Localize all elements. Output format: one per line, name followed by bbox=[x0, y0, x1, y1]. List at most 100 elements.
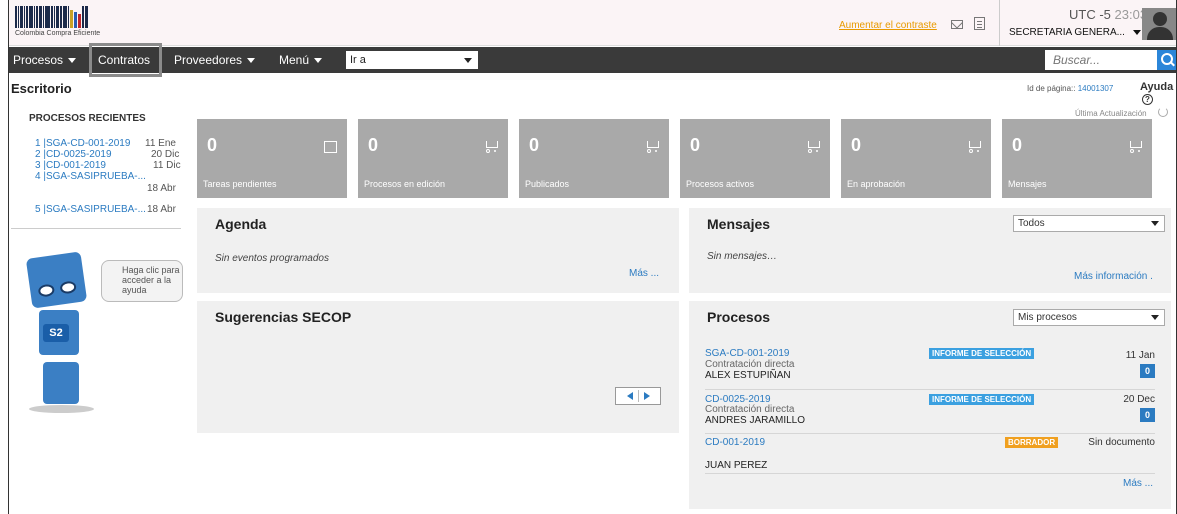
status-badge: INFORME DE SELECCIÓN bbox=[929, 348, 1035, 359]
chevron-down-icon bbox=[247, 58, 256, 64]
cart-icon bbox=[484, 141, 498, 153]
process-type: Contratación directa bbox=[705, 404, 795, 415]
list-item[interactable]: 5 |SGA-SASIPRUEBA-... 18 Abr bbox=[35, 204, 176, 215]
search-input[interactable] bbox=[1045, 50, 1157, 70]
page-id-label: Id de página:: bbox=[1027, 84, 1078, 93]
agenda-title: Agenda bbox=[215, 216, 267, 232]
nav-procesos[interactable]: Procesos bbox=[13, 47, 77, 73]
tile-label: Mensajes bbox=[1008, 179, 1047, 189]
mascot-eye bbox=[59, 280, 77, 295]
process-count-badge[interactable]: 0 bbox=[1140, 408, 1155, 422]
processes-panel: Procesos Mis procesos SGA-CD-001-2019 Co… bbox=[689, 301, 1171, 509]
process-count-badge[interactable]: 0 bbox=[1140, 364, 1155, 378]
recent-process-link[interactable]: 2 |CD-0025-2019 bbox=[35, 149, 112, 160]
chevron-left-icon[interactable] bbox=[627, 392, 633, 400]
process-date: 20 Dec bbox=[1123, 394, 1155, 405]
list-item[interactable]: 1 |SGA-CD-001-2019 11 Ene bbox=[35, 138, 176, 149]
status-badge: BORRADOR bbox=[1005, 437, 1059, 448]
row-divider bbox=[705, 433, 1155, 434]
agenda-empty-message: Sin eventos programados bbox=[215, 253, 329, 264]
pager-divider bbox=[638, 390, 639, 402]
tile-processes-editing[interactable]: 0 Procesos en edición bbox=[358, 119, 508, 198]
nav-proveedores[interactable]: Proveedores bbox=[174, 47, 256, 73]
tile-label: Tareas pendientes bbox=[203, 179, 277, 189]
row-divider bbox=[705, 389, 1155, 390]
tile-count: 0 bbox=[368, 135, 379, 155]
processes-filter-select[interactable]: Mis procesos bbox=[1013, 309, 1165, 326]
recent-process-date: 18 Abr bbox=[147, 183, 176, 194]
tile-in-approval[interactable]: 0 En aprobación bbox=[841, 119, 991, 198]
document-icon[interactable] bbox=[974, 17, 985, 30]
mascot-head bbox=[25, 251, 88, 309]
barcode-logo-icon bbox=[15, 6, 125, 28]
nav-proveedores-label: Proveedores bbox=[174, 53, 243, 67]
colombia-compra-logo[interactable]: Colombia Compra Eficiente bbox=[15, 6, 125, 42]
process-person: JUAN PEREZ bbox=[705, 460, 768, 471]
user-name: SECRETARIA GENERA... bbox=[1009, 27, 1125, 38]
tile-label: Publicados bbox=[525, 179, 570, 189]
tile-published[interactable]: 0 Publicados bbox=[519, 119, 669, 198]
help-bubble[interactable]: Haga clic para acceder a la ayuda bbox=[101, 260, 183, 302]
process-person: ANDRES JARAMILLO bbox=[705, 415, 806, 426]
tile-count: 0 bbox=[690, 135, 701, 155]
increase-contrast-link[interactable]: Aumentar el contraste bbox=[839, 20, 937, 31]
refresh-icon[interactable] bbox=[1158, 107, 1168, 117]
table-row[interactable]: CD-001-2019 JUAN PEREZ BORRADOR Sin docu… bbox=[705, 437, 1155, 473]
chevron-right-icon[interactable] bbox=[644, 392, 650, 400]
mascot-shadow bbox=[29, 405, 94, 413]
last-update-label: Última Actualización bbox=[1075, 109, 1147, 118]
help-circle-icon: ? bbox=[1142, 94, 1153, 105]
nav-menu-label: Menú bbox=[279, 53, 310, 67]
recent-process-link[interactable]: 5 |SGA-SASIPRUEBA-... bbox=[35, 204, 146, 215]
messages-panel: Mensajes Todos Sin mensajes… Más informa… bbox=[689, 208, 1171, 293]
messages-filter-select[interactable]: Todos bbox=[1013, 215, 1165, 232]
recent-process-link[interactable]: 1 |SGA-CD-001-2019 bbox=[35, 138, 130, 149]
main-nav: Procesos Contratos Proveedores Menú Ir a bbox=[9, 47, 1176, 73]
sidebar-divider bbox=[11, 228, 181, 229]
help-mascot[interactable]: S2 Haga clic para acceder a la ayuda bbox=[19, 250, 189, 420]
tile-count: 0 bbox=[529, 135, 540, 155]
cart-icon bbox=[1128, 141, 1142, 153]
list-item[interactable]: 4 |SGA-SASIPRUEBA-... 18 Abr bbox=[35, 171, 176, 194]
list-item[interactable]: 2 |CD-0025-2019 20 Dic bbox=[35, 149, 179, 160]
chevron-down-icon bbox=[464, 58, 472, 63]
messages-title: Mensajes bbox=[707, 216, 771, 232]
goto-value: Ir a bbox=[350, 54, 366, 66]
process-date: 11 Jan bbox=[1125, 350, 1155, 361]
process-code-link[interactable]: SGA-CD-001-2019 bbox=[705, 348, 789, 359]
chevron-down-icon bbox=[314, 58, 323, 64]
mascot-eye bbox=[37, 283, 56, 298]
list-item[interactable]: 3 |CD-001-2019 11 Dic bbox=[35, 160, 181, 171]
recent-process-link[interactable]: 4 |SGA-SASIPRUEBA-... bbox=[35, 171, 146, 182]
nav-menu[interactable]: Menú bbox=[279, 47, 323, 73]
search-button[interactable] bbox=[1157, 50, 1176, 70]
mascot-body: S2 bbox=[39, 310, 79, 355]
page-id-value[interactable]: 14001307 bbox=[1078, 84, 1114, 93]
tile-label: Procesos activos bbox=[686, 179, 755, 189]
tile-count: 0 bbox=[851, 135, 862, 155]
tile-messages[interactable]: 0 Mensajes bbox=[1002, 119, 1152, 198]
tile-active-processes[interactable]: 0 Procesos activos bbox=[680, 119, 830, 198]
goto-select[interactable]: Ir a bbox=[346, 51, 478, 69]
suggestions-title: Sugerencias SECOP bbox=[215, 309, 352, 325]
table-row[interactable]: CD-0025-2019 Contratación directa ANDRES… bbox=[705, 394, 1155, 430]
processes-more-link[interactable]: Más ... bbox=[1123, 478, 1153, 489]
header-divider bbox=[999, 0, 1000, 46]
recent-process-link[interactable]: 3 |CD-001-2019 bbox=[35, 160, 106, 171]
recent-process-date: 11 Dic bbox=[153, 160, 181, 171]
help-link[interactable]: Ayuda? bbox=[1140, 81, 1176, 105]
tile-pending-tasks[interactable]: 0 Tareas pendientes bbox=[197, 119, 347, 198]
mail-icon[interactable] bbox=[951, 20, 963, 29]
messages-more-link[interactable]: Más información . bbox=[1074, 271, 1153, 282]
cart-icon bbox=[967, 141, 981, 153]
avatar[interactable] bbox=[1142, 8, 1176, 40]
table-row[interactable]: SGA-CD-001-2019 Contratación directa ALE… bbox=[705, 348, 1155, 384]
logo-tagline: Colombia Compra Eficiente bbox=[15, 30, 101, 37]
agenda-more-link[interactable]: Más ... bbox=[629, 268, 659, 279]
row-divider bbox=[705, 473, 1155, 474]
process-code-link[interactable]: CD-001-2019 bbox=[705, 437, 765, 448]
recent-process-date: 20 Dic bbox=[151, 149, 180, 160]
user-menu[interactable]: SECRETARIA GENERA... bbox=[1009, 27, 1141, 38]
suggestions-pager[interactable] bbox=[615, 387, 661, 405]
messages-empty-message: Sin mensajes… bbox=[707, 251, 778, 262]
